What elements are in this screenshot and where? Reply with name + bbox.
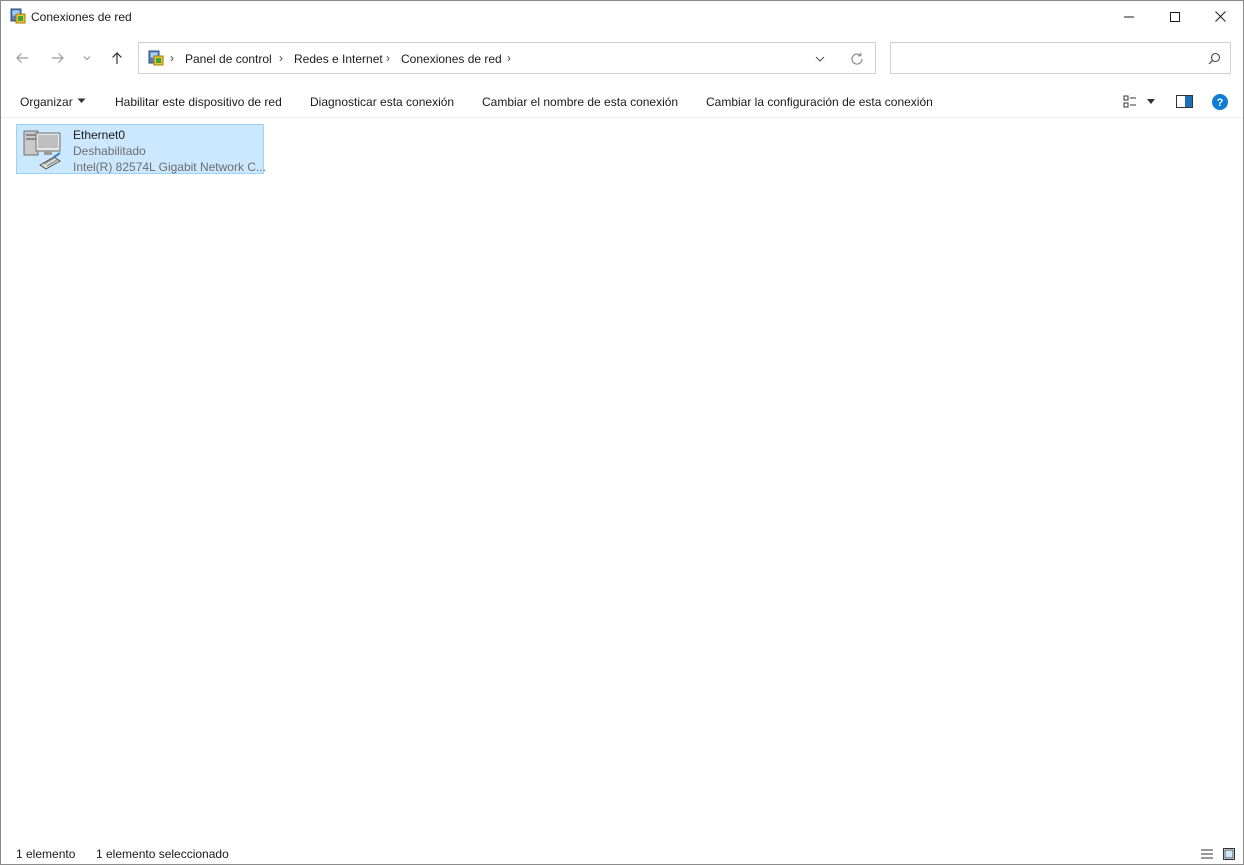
recent-locations-button[interactable] (78, 48, 96, 68)
status-selection-count: 1 elemento seleccionado (96, 847, 229, 861)
breadcrumb-conexiones-de-red[interactable]: Conexiones de red (401, 52, 502, 66)
network-adapter-item[interactable]: Ethernet0 Deshabilitado Intel(R) 82574L … (16, 124, 266, 174)
network-connections-icon (148, 50, 164, 66)
change-view-icon[interactable] (1123, 95, 1137, 109)
close-button[interactable] (1197, 1, 1243, 32)
minimize-button[interactable] (1106, 1, 1152, 32)
address-bar[interactable]: › Panel de control › Redes e Internet › … (138, 42, 876, 74)
back-button[interactable] (12, 48, 32, 68)
help-icon[interactable]: ? (1212, 94, 1228, 110)
organize-menu-button[interactable]: Organizar (20, 95, 86, 109)
status-item-count: 1 elemento (16, 847, 76, 861)
up-button[interactable] (107, 48, 127, 68)
adapter-status: Deshabilitado (73, 144, 146, 158)
minimize-icon (1124, 16, 1134, 17)
arrow-up-icon (112, 52, 122, 64)
view-options-caret-icon[interactable] (1146, 98, 1156, 105)
rename-connection-button[interactable]: Cambiar el nombre de esta conexión (482, 95, 678, 109)
address-history-chevron-icon[interactable] (813, 52, 827, 66)
maximize-icon (1170, 11, 1180, 22)
close-icon (1214, 11, 1226, 22)
organize-label: Organizar (20, 95, 73, 109)
search-input[interactable] (890, 42, 1231, 74)
title-bar: Conexiones de red (1, 1, 1243, 32)
breadcrumb-panel-de-control[interactable]: Panel de control (185, 52, 272, 66)
chevron-down-icon (83, 56, 91, 61)
forward-button[interactable] (48, 48, 68, 68)
arrow-left-icon (16, 53, 28, 63)
svg-text:?: ? (1217, 97, 1224, 109)
large-icons-view-icon[interactable] (1222, 847, 1236, 861)
breadcrumb-separator-icon[interactable]: › (507, 51, 511, 65)
caret-down-icon (77, 98, 86, 103)
preview-pane-icon[interactable] (1176, 95, 1193, 108)
breadcrumb-redes-e-internet[interactable]: Redes e Internet (294, 52, 383, 66)
command-bar-divider (1, 117, 1243, 118)
adapter-name: Ethernet0 (73, 128, 126, 142)
ethernet-adapter-icon (23, 130, 61, 170)
breadcrumb-separator-icon[interactable]: › (170, 51, 174, 65)
details-view-icon[interactable] (1200, 847, 1214, 861)
window-title: Conexiones de red (31, 10, 132, 24)
maximize-button[interactable] (1152, 1, 1198, 32)
refresh-icon[interactable] (849, 51, 865, 67)
arrow-right-icon (52, 53, 64, 63)
breadcrumb-separator-icon[interactable]: › (386, 51, 390, 65)
diagnose-connection-button[interactable]: Diagnosticar esta conexión (310, 95, 454, 109)
adapter-device: Intel(R) 82574L Gigabit Network C... (73, 160, 266, 174)
explorer-window: Conexiones de red › Panel de control › R… (0, 0, 1244, 865)
breadcrumb-separator-icon[interactable]: › (279, 51, 283, 65)
network-connections-app-icon (10, 8, 26, 24)
change-settings-button[interactable]: Cambiar la configuración de esta conexió… (706, 95, 933, 109)
enable-device-button[interactable]: Habilitar este dispositivo de red (115, 95, 282, 109)
search-icon (1208, 52, 1221, 65)
